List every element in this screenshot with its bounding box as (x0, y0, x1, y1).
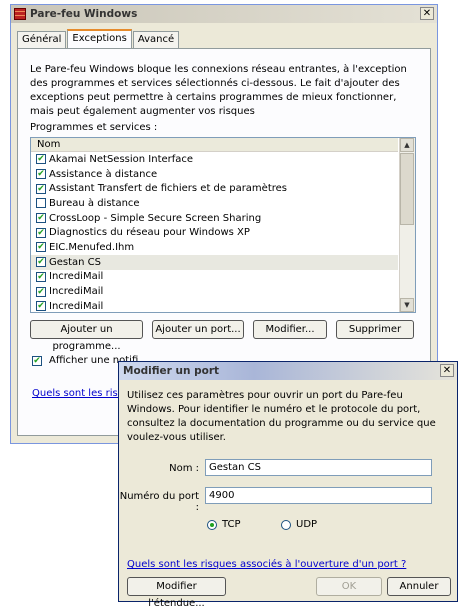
list-item[interactable]: ✔ Diagnostics du réseau pour Windows XP (31, 225, 398, 240)
checkbox[interactable]: ✔ (36, 257, 46, 268)
notification-checkbox[interactable]: ✔ (32, 355, 42, 366)
list-item-label: IncrediMail (49, 286, 104, 298)
dialog-description: Utilisez ces paramètres pour ouvrir un p… (127, 390, 436, 443)
checkbox[interactable]: ✔ (36, 213, 46, 224)
tab-advanced[interactable]: Avancé (132, 31, 180, 49)
firewall-titlebar[interactable]: Pare-feu Windows ✕ (11, 5, 437, 23)
add-program-button[interactable]: Ajouter un programme... (30, 320, 143, 352)
dialog-titlebar[interactable]: Modifier un port ✕ (119, 362, 457, 380)
scroll-down-icon[interactable]: ▼ (400, 298, 414, 312)
checkbox[interactable] (36, 198, 46, 209)
checkbox[interactable]: ✔ (36, 286, 46, 297)
list-item[interactable]: ✔ IncrediMail (31, 270, 398, 285)
list-item[interactable]: ✔ Akamai NetSession Interface (31, 152, 398, 167)
list-item[interactable]: ✔ IncrediMail (31, 284, 398, 299)
checkbox[interactable]: ✔ (36, 227, 46, 238)
cancel-button[interactable]: Annuler (387, 577, 451, 596)
modify-scope-button[interactable]: Modifier l'étendue... (127, 577, 226, 609)
list-scrollbar[interactable]: ▲ ▼ (399, 138, 415, 312)
port-number-field[interactable]: 4900 (205, 487, 432, 504)
dialog-close-button[interactable]: ✕ (440, 364, 454, 377)
scroll-up-icon[interactable]: ▲ (400, 138, 414, 152)
radio-selected-icon[interactable] (207, 519, 217, 530)
firewall-close-button[interactable]: ✕ (420, 7, 434, 20)
delete-button[interactable]: Supprimer (336, 320, 414, 339)
list-item[interactable]: ✔ Assistance à distance (31, 167, 398, 182)
list-item-selected[interactable]: ✔ Gestan CS (31, 254, 398, 270)
list-item[interactable]: ✔ CrossLoop - Simple Secure Screen Shari… (31, 211, 398, 226)
checkbox[interactable]: ✔ (36, 271, 46, 282)
firewall-title: Pare-feu Windows (30, 8, 138, 20)
list-item[interactable]: Bureau à distance (31, 196, 398, 211)
tcp-label: TCP (222, 519, 241, 530)
checkbox[interactable]: ✔ (36, 301, 46, 312)
list-item-label: Gestan CS (49, 256, 102, 268)
exceptions-description: Le Pare-feu Windows bloque les connexion… (30, 64, 407, 117)
checkbox[interactable]: ✔ (36, 169, 46, 180)
list-item-label: Assistant Transfert de fichiers et de pa… (49, 183, 288, 195)
list-item-label: IncrediMail (49, 271, 104, 283)
name-label: Nom : (169, 463, 199, 474)
add-port-button[interactable]: Ajouter un port... (152, 320, 244, 339)
list-item[interactable]: ✔ EIC.Menufed.Ihm (31, 240, 398, 255)
dialog-title: Modifier un port (123, 365, 220, 377)
radio-unselected-icon[interactable] (281, 519, 291, 530)
tab-exceptions[interactable]: Exceptions (67, 29, 132, 50)
firewall-icon (14, 8, 26, 20)
tab-general[interactable]: Général (17, 31, 67, 49)
programs-label: Programmes et services : (30, 122, 158, 133)
checkbox[interactable]: ✔ (36, 183, 46, 194)
scrollbar-thumb[interactable] (400, 153, 414, 225)
edit-button[interactable]: Modifier... (253, 320, 327, 339)
list-item[interactable]: ✔ IncrediMail (31, 299, 398, 312)
checkbox[interactable]: ✔ (36, 154, 46, 165)
list-item-label: Assistance à distance (49, 168, 158, 180)
name-field[interactable]: Gestan CS (205, 459, 432, 476)
port-risks-link[interactable]: Quels sont les risques associés à l'ouve… (127, 559, 406, 570)
list-item[interactable]: ✔ Assistant Transfert de fichiers et de … (31, 181, 398, 196)
programs-list[interactable]: Nom ✔ Akamai NetSession Interface ✔ Assi… (30, 137, 416, 313)
column-header-name[interactable]: Nom (31, 138, 398, 152)
port-number-label: Numéro du port : (119, 491, 199, 513)
list-item-label: Diagnostics du réseau pour Windows XP (49, 227, 250, 239)
tcp-radio[interactable]: TCP (207, 519, 241, 530)
list-item-label: Akamai NetSession Interface (49, 153, 194, 165)
udp-radio[interactable]: UDP (281, 519, 317, 530)
udp-label: UDP (296, 519, 318, 530)
list-item-label: IncrediMail (49, 300, 104, 312)
edit-port-dialog: Modifier un port ✕ Utilisez ces paramètr… (118, 361, 458, 609)
list-item-label: CrossLoop - Simple Secure Screen Sharing (49, 212, 262, 224)
ok-button[interactable]: OK (316, 577, 382, 596)
list-item-label: EIC.Menufed.Ihm (49, 241, 135, 253)
checkbox[interactable]: ✔ (36, 242, 46, 253)
list-item-label: Bureau à distance (49, 197, 140, 209)
